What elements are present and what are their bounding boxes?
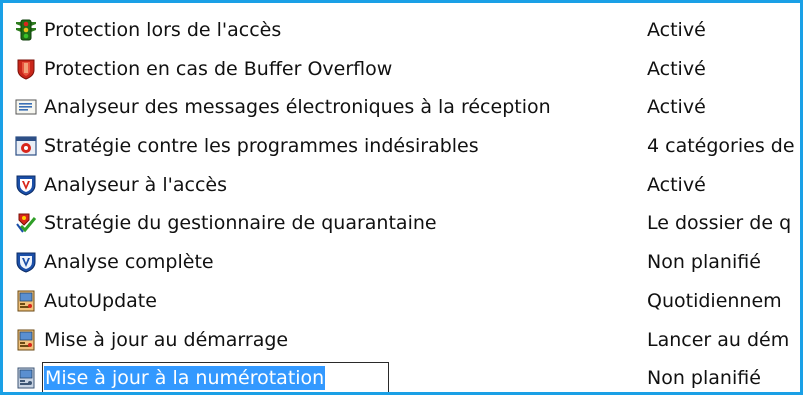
- item-status: Non planifié: [647, 367, 761, 390]
- item-name: Mise à jour au démarrage: [44, 328, 289, 351]
- task-list: Protection lors de l'accès Activé Protec…: [11, 11, 800, 392]
- item-status: 4 catégories de: [647, 135, 795, 158]
- item-name: Protection en cas de Buffer Overflow: [44, 57, 393, 80]
- mcafee-shield-icon: [15, 174, 37, 196]
- dialup-update-icon: [15, 367, 37, 389]
- list-item-buffer-overflow[interactable]: Protection en cas de Buffer Overflow Act…: [11, 50, 800, 89]
- item-name: Stratégie du gestionnaire de quarantaine: [44, 212, 437, 235]
- autoupdate-icon: [15, 290, 37, 312]
- item-status: Activé: [647, 19, 706, 41]
- item-name: Analyseur à l'accès: [44, 173, 227, 196]
- traffic-light-icon: [15, 19, 37, 41]
- item-status: Le dossier de q: [647, 212, 792, 235]
- quarantine-manager-icon: [15, 212, 37, 234]
- item-name: AutoUpdate: [44, 289, 157, 312]
- rename-input-selected-text: Mise à jour à la numérotation: [44, 366, 326, 391]
- item-name: Analyseur des messages électroniques à l…: [44, 96, 551, 119]
- list-item-autoupdate[interactable]: AutoUpdate Quotidiennem: [11, 282, 800, 321]
- full-scan-shield-icon: [15, 251, 37, 273]
- list-item-email-scanner[interactable]: Analyseur des messages électroniques à l…: [11, 88, 800, 127]
- list-item-full-scan[interactable]: Analyse complète Non planifié: [11, 243, 800, 282]
- list-item-update-at-startup[interactable]: Mise à jour au démarrage Lancer au dém: [11, 321, 800, 360]
- item-status: Lancer au dém: [647, 328, 790, 351]
- item-status: Non planifié: [647, 251, 761, 274]
- rename-input[interactable]: Mise à jour à la numérotation: [42, 362, 389, 392]
- item-status: Activé: [647, 173, 706, 196]
- unwanted-programs-policy-icon: [15, 135, 37, 157]
- item-name: Analyse complète: [44, 251, 214, 274]
- task-list-panel: Protection lors de l'accès Activé Protec…: [0, 0, 803, 395]
- item-status: Activé: [647, 57, 706, 80]
- item-status: Activé: [647, 96, 706, 119]
- list-item-access-protection[interactable]: Protection lors de l'accès Activé: [11, 11, 800, 50]
- list-item-on-access-scanner[interactable]: Analyseur à l'accès Activé: [11, 166, 800, 205]
- item-name: Protection lors de l'accès: [44, 19, 282, 41]
- list-item-quarantine-manager[interactable]: Stratégie du gestionnaire de quarantaine…: [11, 204, 800, 243]
- item-status: Quotidiennem: [647, 289, 782, 312]
- email-scanner-icon: [15, 96, 37, 118]
- buffer-overflow-shield-icon: [15, 58, 37, 80]
- item-name: Stratégie contre les programmes indésira…: [44, 135, 479, 158]
- update-at-startup-icon: [15, 329, 37, 351]
- list-item-dialup-update[interactable]: Mise à jour à la numérotation Non planif…: [11, 359, 800, 392]
- list-item-unwanted-programs[interactable]: Stratégie contre les programmes indésira…: [11, 127, 800, 166]
